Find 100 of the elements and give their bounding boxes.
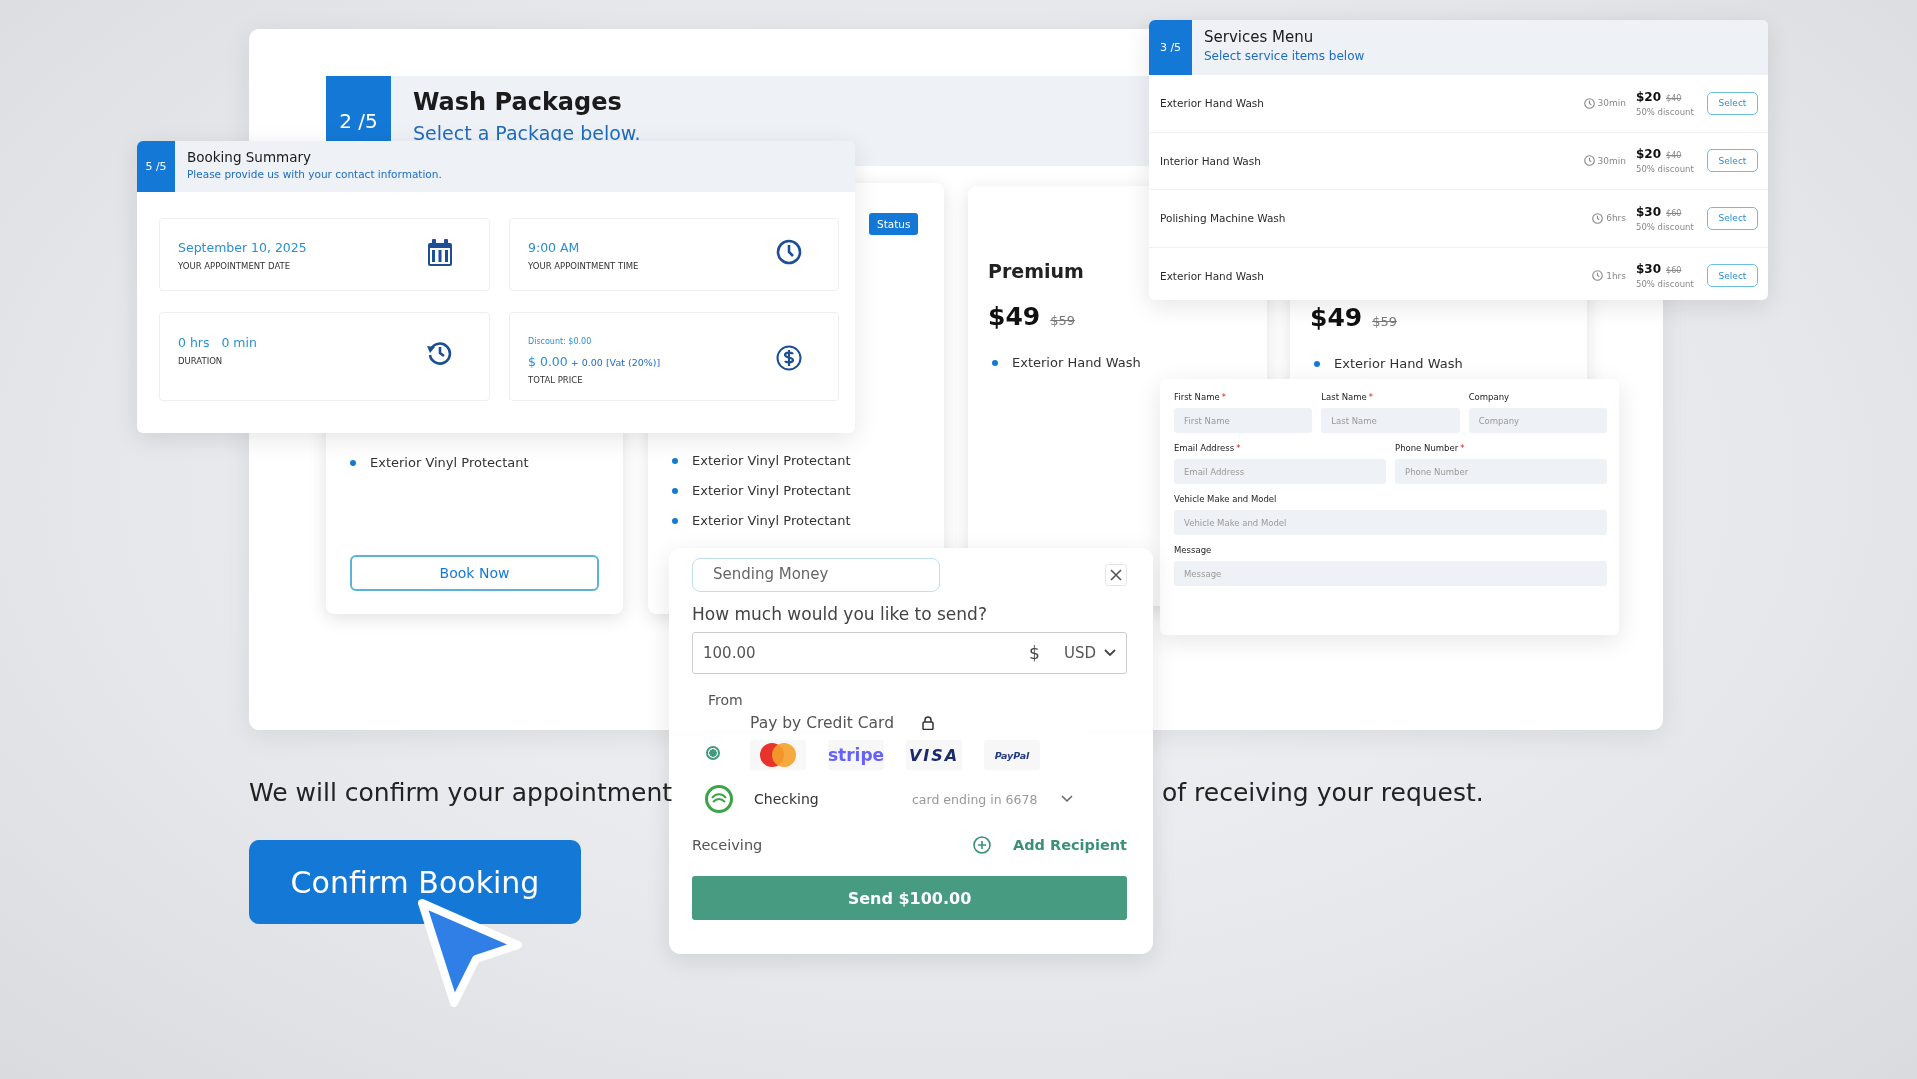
input-field[interactable]: Company (1468, 408, 1607, 433)
confirmation-text: We will confirm your appointment (249, 778, 673, 807)
service-price: $20 (1636, 89, 1662, 104)
feature-text: Exterior Vinyl Protectant (692, 483, 851, 498)
old-price: $60 (1666, 266, 1682, 276)
field-label: Email Address (1174, 443, 1235, 453)
bullet-icon (672, 517, 678, 524)
from-label: From (708, 692, 744, 708)
discount-text: 50% discount (1636, 106, 1695, 117)
duration-text: 30min (1597, 98, 1626, 109)
service-price: $20 (1636, 147, 1662, 162)
discount-text: 50% discount (1636, 279, 1695, 290)
package-price: $49 (988, 302, 1041, 331)
bullet-icon (1314, 360, 1320, 367)
select-button[interactable]: Select (1707, 149, 1758, 173)
field-label: Phone Number (1395, 443, 1459, 453)
required-mark: * (1460, 443, 1465, 453)
status-badge: Status (869, 213, 919, 235)
service-name: Exterior Hand Wash (1160, 97, 1265, 110)
summary-value: $ 0.00 (528, 354, 568, 369)
old-price: $40 (1666, 93, 1682, 103)
bullet-icon (992, 359, 998, 366)
account-detail: card ending in 6678 (912, 791, 1038, 807)
step-badge: 5 /5 (137, 141, 175, 192)
clock-icon (1592, 212, 1604, 224)
confirm-booking-button[interactable]: Confirm Booking (249, 840, 581, 924)
card-title: Services Menu (1204, 28, 1315, 46)
input-field[interactable]: Message (1174, 561, 1607, 586)
feature-text: Exterior Hand Wash (1012, 355, 1141, 370)
select-button[interactable]: Select (1707, 264, 1758, 288)
plus-circle-icon (972, 836, 991, 854)
feature-text: Exterior Vinyl Protectant (692, 453, 851, 468)
field-label: First Name (1174, 392, 1220, 402)
calendar-icon (427, 239, 453, 267)
currency-symbol: $ (1029, 643, 1040, 663)
chevron-down-icon (1061, 795, 1074, 803)
input-field[interactable]: First Name (1174, 408, 1313, 433)
old-price: $59 (1050, 313, 1075, 328)
field-label: Last Name (1321, 392, 1367, 402)
duration-text: 1hrs (1606, 270, 1626, 281)
add-recipient-link[interactable]: Add Recipient (1012, 837, 1127, 853)
old-price: $60 (1666, 208, 1682, 218)
field-label: Company (1468, 392, 1510, 402)
summary-label: YOUR APPOINTMENT TIME (528, 261, 639, 271)
currency-dropdown[interactable]: USD (1063, 644, 1116, 662)
card-subtitle: Select a Package below. (413, 122, 641, 144)
summary-value: September 10, 2025 (178, 240, 307, 255)
old-price: $59 (1372, 314, 1397, 329)
clock-icon (1583, 97, 1595, 109)
input-field[interactable]: Phone Number (1395, 459, 1607, 484)
package-title: Premium (988, 260, 1084, 282)
vat-text: + 0.00 [Vat (20%)] (570, 357, 661, 368)
send-button[interactable]: Send $100.00 (692, 876, 1127, 920)
select-button[interactable]: Select (1707, 206, 1758, 230)
confirmation-text: of receiving your request. (1162, 778, 1484, 807)
required-mark: * (1368, 392, 1374, 402)
card-subtitle: Select service items below (1204, 49, 1365, 63)
discount-text: 50% discount (1636, 221, 1695, 232)
bullet-icon (672, 457, 678, 464)
input-field[interactable]: Last Name (1321, 408, 1460, 433)
package-price: $49 (1310, 303, 1363, 332)
payment-method-tile[interactable] (750, 740, 806, 770)
required-mark: * (1236, 443, 1241, 453)
account-name: Checking (754, 791, 820, 807)
dollar-icon (776, 345, 802, 371)
chevron-down-icon (1104, 649, 1116, 657)
card-title: Wash Packages (413, 88, 623, 116)
option-label: Pay by Credit Card (750, 714, 894, 732)
card-title: Booking Summary (187, 149, 312, 165)
input-field[interactable]: Email Address (1174, 459, 1386, 484)
required-mark: * (1221, 392, 1226, 402)
amount-field[interactable]: 100.00 $ USD (692, 632, 1127, 674)
book-now-button[interactable]: Book Now (350, 555, 599, 591)
close-icon (1105, 564, 1127, 586)
service-price: $30 (1636, 204, 1662, 219)
summary-value: 9:00 AM (528, 240, 580, 255)
feature-text: Exterior Vinyl Protectant (692, 513, 851, 528)
field-label: Vehicle Make and Model (1174, 494, 1277, 504)
duration-text: 6hrs (1606, 213, 1626, 224)
summary-label: TOTAL PRICE (528, 375, 584, 385)
bullet-icon (672, 487, 678, 494)
bullet-icon (350, 459, 356, 466)
old-price: $40 (1666, 151, 1682, 161)
card-subtitle: Please provide us with your contact information. (187, 168, 442, 180)
receiving-label: Receiving (692, 837, 764, 853)
lock-icon (922, 716, 934, 730)
radio-button[interactable] (706, 746, 720, 760)
select-button[interactable]: Select (1707, 91, 1758, 115)
clock-icon (776, 239, 802, 265)
panel-title: Sending Money (692, 558, 940, 592)
service-name: Polishing Machine Wash (1160, 212, 1287, 225)
summary-label: YOUR APPOINTMENT DATE (178, 261, 292, 271)
discount-text: 50% discount (1636, 164, 1695, 175)
input-field[interactable]: Vehicle Make and Model (1174, 510, 1607, 535)
clock-icon (1583, 155, 1595, 167)
service-name: Interior Hand Wash (1160, 154, 1262, 167)
history-icon (427, 340, 453, 366)
summary-value: 0 hrs 0 min (178, 335, 257, 350)
service-price: $30 (1636, 262, 1662, 277)
field-label: Message (1174, 545, 1212, 555)
